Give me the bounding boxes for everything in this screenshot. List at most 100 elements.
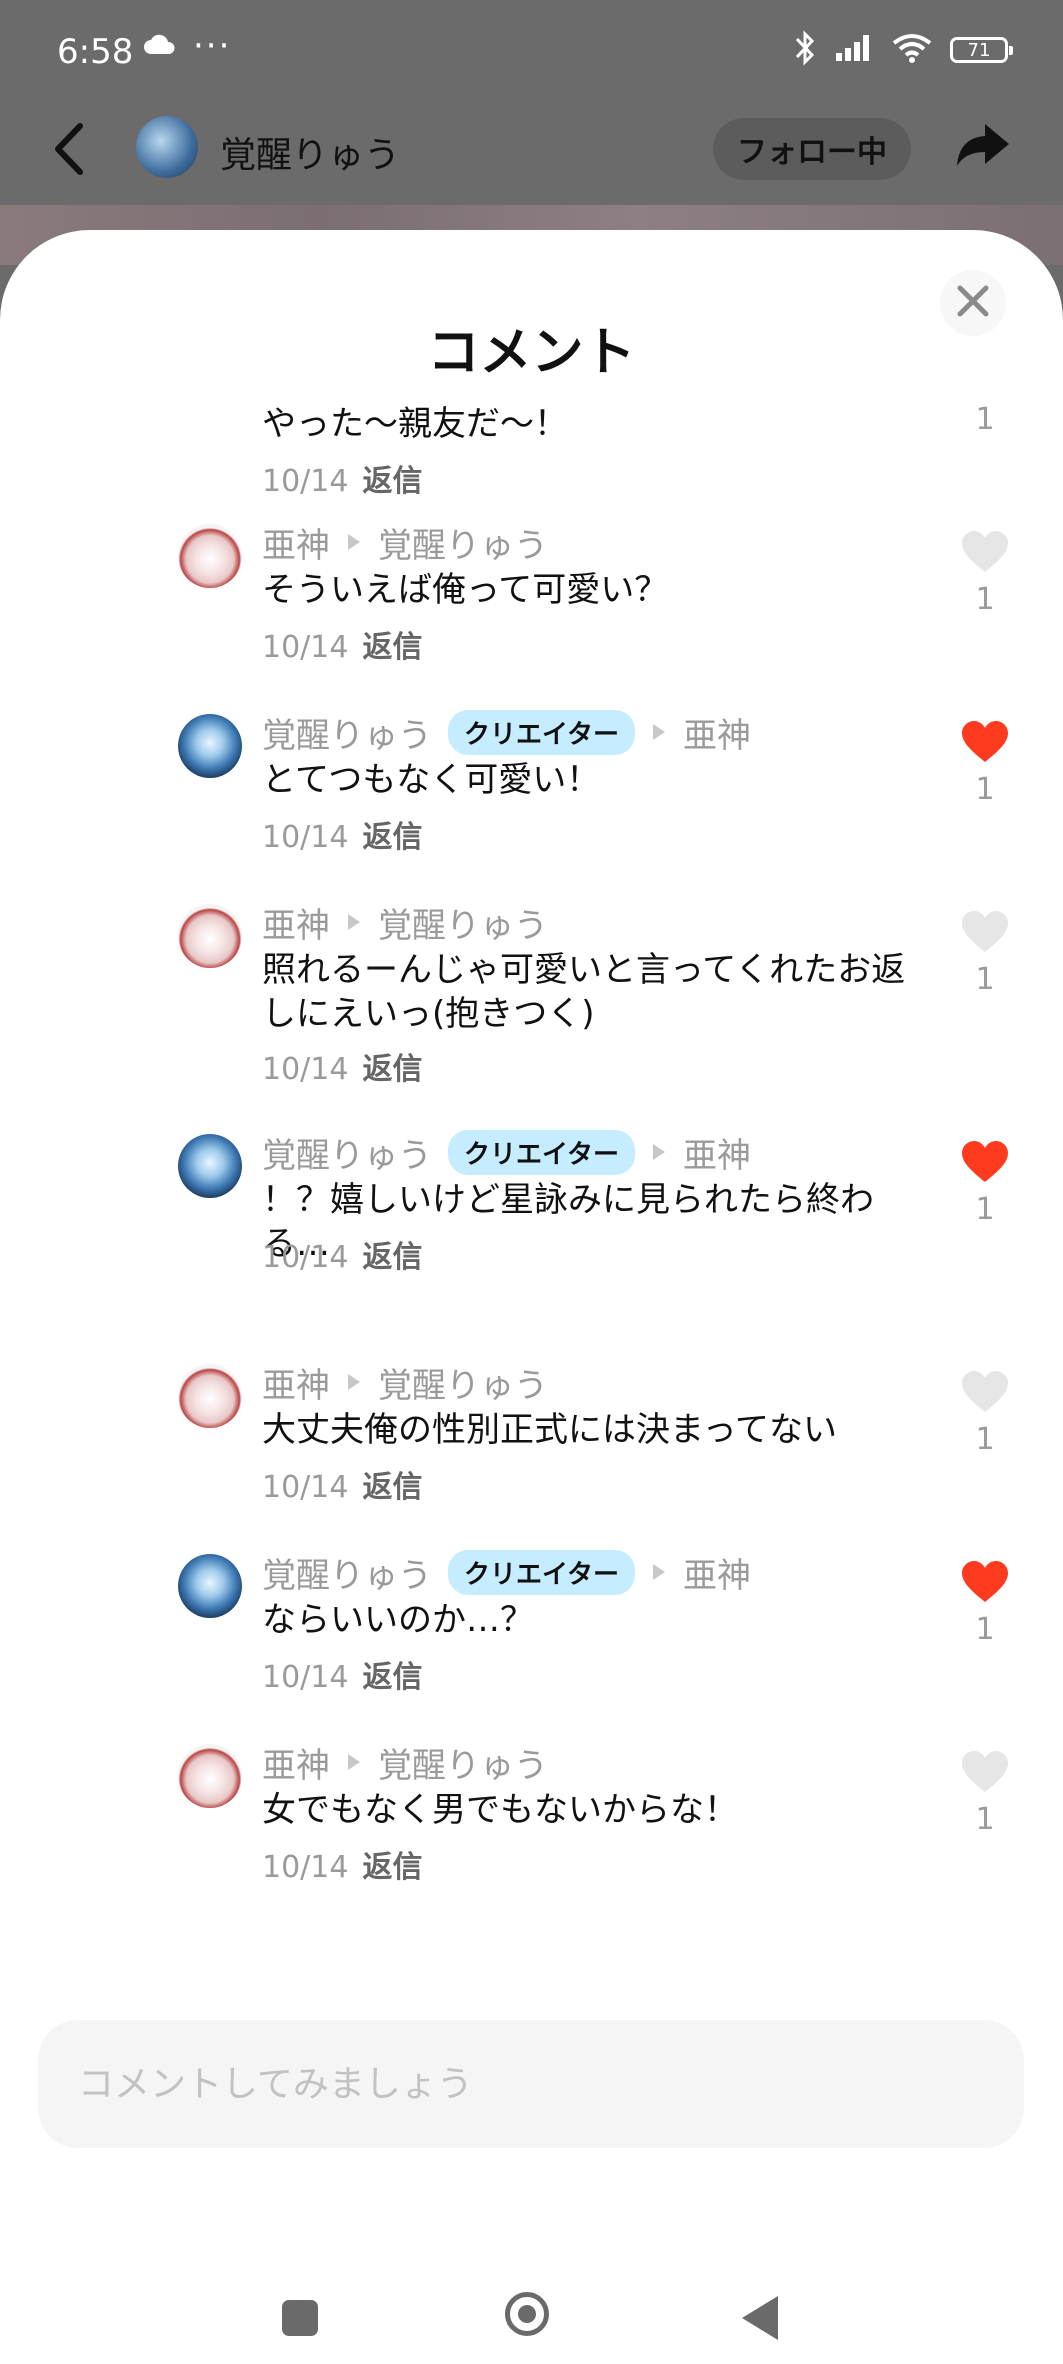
reply-arrow-icon [348,1374,360,1390]
comment-meta: 10/14 返信 [262,1652,422,1696]
comment-text: 照れるーんじゃ可愛いと言ってくれたお返しにえいっ(抱きつく) [262,950,906,1034]
like-heart-icon[interactable] [960,1370,1010,1414]
back-button[interactable] [742,2296,778,2340]
comment-item[interactable]: 覚醒りゅう クリエイター 亜神ならいいのか…？ 10/14 返信 1 [0,1548,1063,1730]
comment-date: 10/14 [262,1052,349,1087]
comment-list[interactable]: やった〜親友だ〜！ 10/14 返信 1 亜神 覚醒りゅう そういえば俺って可愛い？ 10/1… [0,400,1063,1930]
comment-input[interactable] [38,2020,1024,2148]
like-count: 1 [975,582,995,617]
comment-header: 亜神 覚醒りゅう [262,898,548,947]
comment-author[interactable]: 覚醒りゅう [262,1548,432,1597]
comment-date: 10/14 [262,1850,349,1885]
close-icon [956,284,990,322]
like-heart-icon[interactable] [960,1560,1010,1604]
comment-date: 10/14 [262,820,349,855]
avatar[interactable] [178,1554,242,1618]
comment-item[interactable]: 覚醒りゅう クリエイター 亜神 とてつもなく可愛い！ 10/14 返信 1 [0,708,1063,890]
comment-item[interactable]: 亜神 覚醒りゅう 大丈夫俺の性別正式には決まってない 10/14 返信 1 [0,1360,1063,1540]
comment-author[interactable]: 覚醒りゅう [262,708,432,757]
comment-text: やった〜親友だ〜！ [262,404,568,444]
avatar[interactable] [178,524,242,588]
reply-arrow-icon [652,1144,665,1160]
reply-target[interactable]: 亜神 [683,1548,751,1597]
comment-author[interactable]: 亜神 [262,518,330,567]
avatar[interactable] [178,1134,242,1198]
status-time: 6:58 [57,32,134,72]
recent-apps-button[interactable] [282,2300,318,2336]
creator-badge: クリエイター [448,1129,635,1175]
reply-arrow-icon [652,724,665,740]
share-icon[interactable] [955,122,1011,172]
reply-button[interactable]: 返信 [362,464,422,499]
comment-date: 10/14 [262,464,349,499]
battery-level: 71 [967,39,991,61]
comment-meta: 10/14 返信 [262,1044,422,1088]
like-heart-icon[interactable] [960,1140,1010,1184]
reply-arrow-icon [348,1754,360,1770]
bluetooth-icon [794,30,816,70]
comment-text: 女でもなく男でもないからな！ [262,1790,738,1830]
comment-author[interactable]: 亜神 [262,1358,330,1407]
reply-button[interactable]: 返信 [362,820,422,855]
like-count: 1 [975,1422,995,1457]
comment-meta: 10/14 返信 [262,1842,422,1886]
reply-target[interactable]: 覚醒りゅう [378,1358,548,1407]
comment-author[interactable]: 亜神 [262,1738,330,1787]
comment-item[interactable]: 覚醒りゅう クリエイター 亜神 ！？嬉しいけど星詠みに見られたら終わる… 10/14 返信… [0,1128,1063,1310]
reply-target[interactable]: 覚醒りゅう [378,1738,548,1787]
avatar[interactable] [178,714,242,778]
more-notifications-icon: ··· [193,26,232,66]
like-heart-icon[interactable] [960,1750,1010,1794]
reply-button[interactable]: 返信 [362,1660,422,1695]
comment-date: 10/14 [262,1470,349,1505]
avatar[interactable] [136,116,198,178]
comment-meta: 10/14 返信 [262,812,422,856]
home-button[interactable] [505,2292,549,2336]
like-heart-icon[interactable] [960,720,1010,764]
avatar[interactable] [178,1364,242,1428]
avatar[interactable] [178,1744,242,1808]
comment-sheet: コメント やった〜親友だ〜！ 10/14 返信 1 亜神 覚醒りゅう そういえば俺って可愛い… [0,230,1063,2364]
reply-button[interactable]: 返信 [362,1470,422,1505]
comment-author[interactable]: 亜神 [262,898,330,947]
reply-button[interactable]: 返信 [362,1850,422,1885]
like-count: 1 [975,1612,995,1647]
profile-name: 覚醒りゅう [220,135,401,176]
profile-header: 覚醒りゅう フォロー中 [0,110,1063,205]
like-count: 1 [975,402,995,437]
reply-button[interactable]: 返信 [362,630,422,665]
comment-text: ならいいのか…？ [262,1600,534,1640]
reply-button[interactable]: 返信 [362,1052,422,1087]
reply-button[interactable]: 返信 [362,1240,422,1275]
close-button[interactable] [940,270,1006,336]
avatar[interactable] [178,904,242,968]
battery-icon: 71 [950,37,1013,63]
reply-target[interactable]: 覚醒りゅう [378,518,548,567]
reply-target[interactable]: 亜神 [683,1128,751,1177]
like-heart-icon[interactable] [960,910,1010,954]
reply-target[interactable]: 覚醒りゅう [378,898,548,947]
comment-header: 亜神 覚醒りゅう [262,1358,548,1407]
comment-author[interactable]: 覚醒りゅう [262,1128,432,1177]
creator-badge: クリエイター [448,709,635,755]
sheet-title: コメント [427,323,636,383]
cloud-icon [143,34,177,60]
comment-item[interactable]: 亜神 覚醒りゅう 照れるーんじゃ可愛いと言ってくれたお返しにえいっ(抱きつく) 10/… [0,900,1063,1120]
comment-text: 大丈夫俺の性別正式には決まってない [262,1410,837,1450]
comment-text: とてつもなく可愛い！ [262,760,601,800]
like-heart-icon[interactable] [960,530,1010,574]
reply-arrow-icon [348,534,360,550]
status-bar: 6:58 ··· 71 [0,0,1063,110]
wifi-icon [892,33,932,67]
comment-header: 覚醒りゅう クリエイター 亜神 [262,708,751,757]
comment-text: そういえば俺って可愛い？ [262,570,669,610]
comment-meta: 10/14 返信 [262,622,422,666]
creator-badge: クリエイター [448,1549,635,1595]
system-nav-bar [0,2240,1063,2364]
reply-target[interactable]: 亜神 [683,708,751,757]
comment-item[interactable]: 亜神 覚醒りゅう そういえば俺って可愛い？ 10/14 返信 1 [0,520,1063,700]
comment-item[interactable]: 亜神 覚醒りゅう 女でもなく男でもないからな！ 10/14 返信 1 [0,1740,1063,1920]
like-count: 1 [975,962,995,997]
follow-button[interactable]: フォロー中 [713,118,911,180]
back-arrow-icon[interactable] [52,122,86,180]
